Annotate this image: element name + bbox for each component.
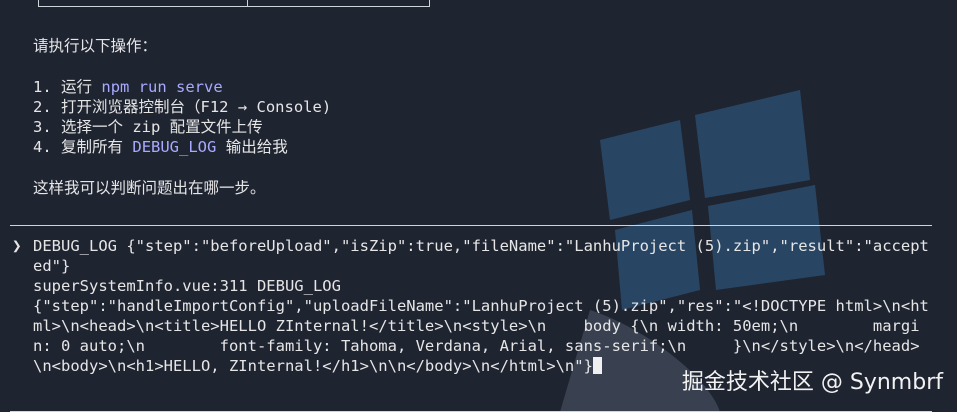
step-4-code: DEBUG_LOG [132, 138, 217, 156]
instructions-heading: 请执行以下操作： [33, 37, 158, 55]
step-4: 4. 复制所有 DEBUG_LOG 输出给我 [33, 138, 288, 156]
console-log-text: DEBUG_LOG {"step":"beforeUpload","isZip"… [33, 237, 929, 375]
site-watermark: 掘金技术社区 @ Synmbrf [681, 370, 943, 395]
text-cursor [592, 357, 602, 374]
step-3: 3. 选择一个 zip 配置文件上传 [33, 118, 263, 136]
chevron-right-icon: ❯ [12, 236, 22, 255]
table-fragment [38, 0, 430, 7]
console-input[interactable]: DEBUG_LOG {"step":"beforeUpload","isZip"… [33, 236, 933, 376]
step-1-command: npm run serve [101, 78, 223, 96]
step-1: 1. 运行 npm run serve [33, 78, 223, 96]
step-2: 2. 打开浏览器控制台（F12 → Console) [33, 98, 332, 116]
instructions-footer: 这样我可以判断问题出在哪一步。 [33, 179, 266, 197]
divider [10, 225, 932, 226]
